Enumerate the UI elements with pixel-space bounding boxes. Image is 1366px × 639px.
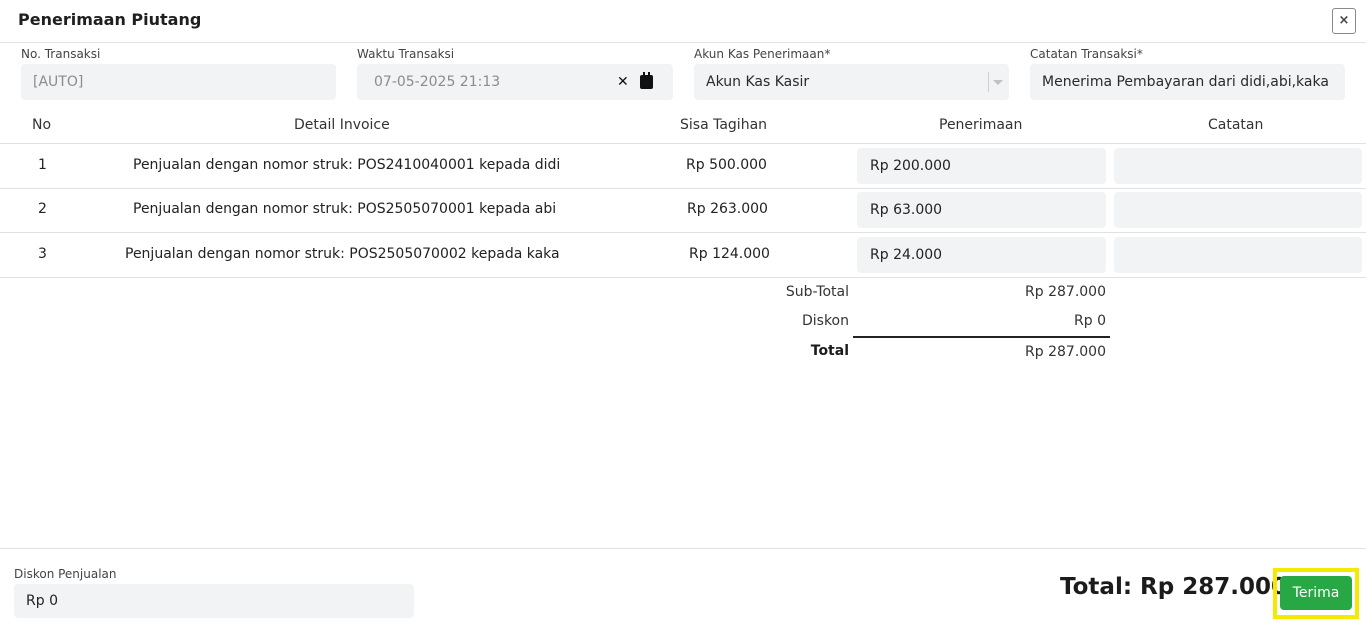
diskon-label: Diskon xyxy=(801,313,849,329)
no-transaksi-field[interactable]: [AUTO] xyxy=(21,64,336,100)
calendar-icon[interactable] xyxy=(640,72,653,89)
akun-kas-select[interactable]: Akun Kas Kasir xyxy=(694,64,1009,100)
modal-title: Penerimaan Piutang xyxy=(18,10,202,29)
dropdown-caret-icon[interactable] xyxy=(993,80,1003,85)
row-no: 2 xyxy=(38,201,47,217)
waktu-transaksi-label: Waktu Transaksi xyxy=(357,47,455,61)
table-divider xyxy=(0,232,1366,233)
grand-total: Total: Rp 287.000 xyxy=(1060,574,1287,600)
row-no: 1 xyxy=(38,157,47,173)
catatan-transaksi-field[interactable]: Menerima Pembayaran dari didi,abi,kaka xyxy=(1030,64,1345,100)
row-penerimaan-input[interactable]: Rp 200.000 xyxy=(857,148,1106,184)
row-sisa-tagihan: Rp 124.000 xyxy=(689,246,770,262)
select-separator xyxy=(988,72,989,92)
row-catatan-input[interactable] xyxy=(1114,192,1362,228)
table-divider xyxy=(0,143,1366,144)
diskon-penjualan-label: Diskon Penjualan xyxy=(14,567,117,581)
modal-header: Penerimaan Piutang × xyxy=(0,0,1366,43)
clear-icon[interactable]: ✕ xyxy=(617,64,629,100)
header-detail-invoice: Detail Invoice xyxy=(294,117,390,133)
row-sisa-tagihan: Rp 500.000 xyxy=(686,157,767,173)
akun-kas-label: Akun Kas Penerimaan* xyxy=(694,47,831,61)
summary-divider xyxy=(853,336,1110,338)
close-icon: × xyxy=(1338,13,1350,28)
diskon-penjualan-field[interactable]: Rp 0 xyxy=(14,584,414,618)
subtotal-label: Sub-Total xyxy=(785,284,849,300)
diskon-value: Rp 0 xyxy=(1074,313,1106,329)
row-catatan-input[interactable] xyxy=(1114,237,1362,273)
terima-button-highlight: Terima xyxy=(1273,568,1359,619)
row-penerimaan-input[interactable]: Rp 63.000 xyxy=(857,192,1106,228)
no-transaksi-label: No. Transaksi xyxy=(21,47,101,61)
close-button[interactable]: × xyxy=(1332,8,1356,34)
catatan-transaksi-label: Catatan Transaksi* xyxy=(1030,47,1143,61)
row-sisa-tagihan: Rp 263.000 xyxy=(687,201,768,217)
row-no: 3 xyxy=(38,246,47,262)
total-label: Total xyxy=(810,343,849,359)
subtotal-value: Rp 287.000 xyxy=(1025,284,1106,300)
header-penerimaan: Penerimaan xyxy=(939,117,1023,133)
footer-divider xyxy=(0,548,1366,549)
header-sisa-tagihan: Sisa Tagihan xyxy=(680,117,768,133)
row-detail-invoice: Penjualan dengan nomor struk: POS2505070… xyxy=(125,246,560,262)
terima-button[interactable]: Terima xyxy=(1280,576,1352,610)
header-no: No xyxy=(32,117,52,133)
row-detail-invoice: Penjualan dengan nomor struk: POS2505070… xyxy=(133,201,557,217)
total-value: Rp 287.000 xyxy=(1025,344,1106,360)
header-catatan: Catatan xyxy=(1208,117,1264,133)
row-detail-invoice: Penjualan dengan nomor struk: POS2410040… xyxy=(133,157,561,173)
row-catatan-input[interactable] xyxy=(1114,148,1362,184)
table-divider xyxy=(0,277,1366,278)
row-penerimaan-input[interactable]: Rp 24.000 xyxy=(857,237,1106,273)
table-divider xyxy=(0,188,1366,189)
